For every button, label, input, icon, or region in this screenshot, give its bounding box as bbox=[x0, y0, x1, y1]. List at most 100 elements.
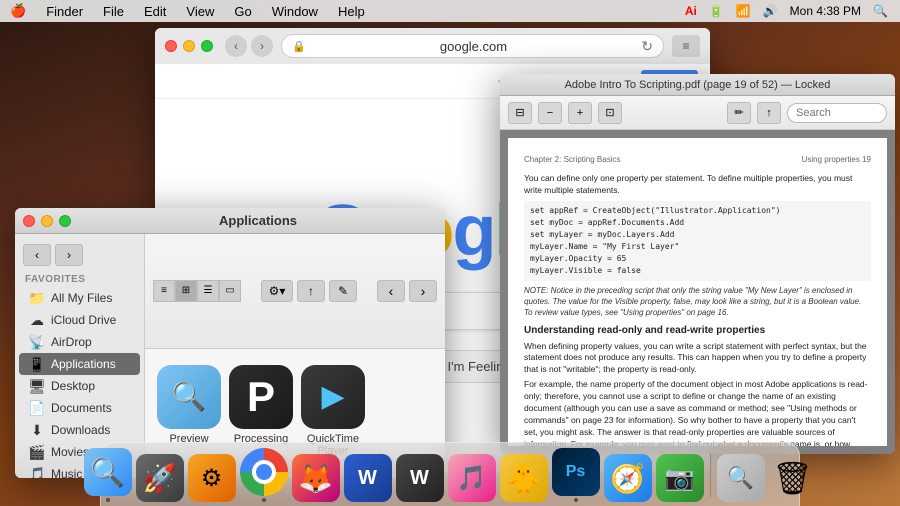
menubar-view[interactable]: View bbox=[176, 0, 224, 22]
list-view-button[interactable]: ≡ bbox=[153, 280, 175, 302]
sidebar-item-airdrop[interactable]: 📡 AirDrop bbox=[19, 331, 140, 353]
dock-launchpad-icon: 🚀 bbox=[136, 454, 184, 502]
pdf-chapter-label: Chapter 2: Scripting Basics bbox=[524, 154, 621, 165]
cover-flow-button[interactable]: ▭ bbox=[219, 280, 241, 302]
sidebar-toggle[interactable]: ⊟ bbox=[508, 102, 532, 124]
dock-item-trash[interactable]: 🗑 bbox=[769, 454, 817, 502]
dock-item-facetime[interactable]: 📷 bbox=[656, 454, 704, 502]
sidebar-item-applications[interactable]: 📱 Applications bbox=[19, 353, 140, 375]
edit-button[interactable]: ✎ bbox=[329, 280, 357, 302]
finder-titlebar: Applications bbox=[15, 208, 445, 234]
pdf-page: Chapter 2: Scripting Basics Using proper… bbox=[508, 138, 887, 446]
dock-photoshop-icon: Ps bbox=[552, 448, 600, 496]
chrome-nav: ‹ › bbox=[225, 35, 273, 57]
sidebar-label-icloud: iCloud Drive bbox=[51, 313, 116, 327]
close-button[interactable] bbox=[165, 40, 177, 52]
dock-chrome-icon bbox=[240, 448, 288, 496]
minimize-button[interactable] bbox=[183, 40, 195, 52]
dock-item-sysprefs[interactable]: ⚙ bbox=[188, 454, 236, 502]
sidebar-item-all-my-files[interactable]: 📁 All My Files bbox=[19, 287, 140, 309]
finder-maximize-button[interactable] bbox=[59, 215, 71, 227]
sidebar-label-desktop: Desktop bbox=[51, 379, 95, 393]
sidebar-item-documents[interactable]: 📄 Documents bbox=[19, 397, 140, 419]
dock-item-finder[interactable]: 🔍 bbox=[84, 448, 132, 502]
sidebar-label-airdrop: AirDrop bbox=[51, 335, 92, 349]
dock-item-safari[interactable]: 🧭 bbox=[604, 454, 652, 502]
quicktime-icon bbox=[301, 365, 365, 429]
finder-close-button[interactable] bbox=[23, 215, 35, 227]
scroll-left[interactable]: ‹ bbox=[377, 280, 405, 302]
finder-window-title: Applications bbox=[79, 213, 437, 228]
sidebar-item-desktop[interactable]: 🖥 Desktop bbox=[19, 375, 140, 397]
sidebar-back[interactable]: ‹ bbox=[23, 244, 51, 266]
maximize-button[interactable] bbox=[201, 40, 213, 52]
url-text[interactable]: google.com bbox=[306, 39, 642, 54]
finder-traffic-lights bbox=[23, 215, 71, 227]
downloads-icon: ⬇ bbox=[29, 422, 45, 438]
arrange-button[interactable]: ⚙▾ bbox=[261, 280, 293, 302]
dock-item-chrome[interactable] bbox=[240, 448, 288, 502]
menubar-finder[interactable]: Finder bbox=[36, 0, 93, 22]
reload-icon[interactable]: ↻ bbox=[641, 38, 653, 55]
pdf-title: Adobe Intro To Scripting.pdf (page 19 of… bbox=[508, 79, 887, 91]
pdf-body1: You can define only one property per sta… bbox=[524, 173, 871, 197]
forward-button[interactable]: › bbox=[251, 35, 273, 57]
dock-item-launchpad[interactable]: 🚀 bbox=[136, 454, 184, 502]
preview-icon bbox=[157, 365, 221, 429]
icon-view-button[interactable]: ⊞ bbox=[175, 280, 197, 302]
chrome-menu[interactable]: ≡ bbox=[672, 35, 700, 57]
dock-word-icon: W bbox=[344, 454, 392, 502]
column-view-button[interactable]: ☰ bbox=[197, 280, 219, 302]
menubar-file[interactable]: File bbox=[93, 0, 134, 22]
dock-separator bbox=[710, 453, 711, 497]
dock-item-duck[interactable]: 🐥 bbox=[500, 454, 548, 502]
sidebar-forward[interactable]: › bbox=[55, 244, 83, 266]
menubar: 🍎 Finder File Edit View Go Window Help A… bbox=[0, 0, 900, 22]
sidebar-item-icloud[interactable]: ☁ iCloud Drive bbox=[19, 309, 140, 331]
menubar-time: Mon 4:38 PM bbox=[786, 4, 865, 18]
pdf-content: Chapter 2: Scripting Basics Using proper… bbox=[500, 130, 895, 454]
fit-page[interactable]: ⊡ bbox=[598, 102, 622, 124]
dock-firefox-icon: 🦊 bbox=[292, 454, 340, 502]
menubar-edit[interactable]: Edit bbox=[134, 0, 176, 22]
pdf-search-input[interactable] bbox=[787, 103, 887, 123]
address-bar[interactable]: 🔒 google.com ↻ bbox=[281, 34, 664, 58]
menubar-left: 🍎 Finder File Edit View Go Window Help bbox=[0, 0, 375, 22]
dock-ps-dot bbox=[574, 498, 578, 502]
pdf-page-header: Chapter 2: Scripting Basics Using proper… bbox=[524, 154, 871, 165]
dock: 🔍 🚀 ⚙ 🦊 W bbox=[0, 438, 900, 506]
back-button[interactable]: ‹ bbox=[225, 35, 247, 57]
zoom-in[interactable]: + bbox=[568, 102, 592, 124]
sidebar-label-downloads: Downloads bbox=[51, 423, 110, 437]
dock-sysprefs-icon: ⚙ bbox=[188, 454, 236, 502]
apple-menu[interactable]: 🍎 bbox=[0, 0, 36, 22]
dock-items: 🔍 🚀 ⚙ 🦊 W bbox=[76, 448, 825, 502]
finder-minimize-button[interactable] bbox=[41, 215, 53, 227]
share-button[interactable]: ↑ bbox=[297, 280, 325, 302]
scroll-right[interactable]: › bbox=[409, 280, 437, 302]
processing-icon bbox=[229, 365, 293, 429]
desktop: 🍎 Finder File Edit View Go Window Help A… bbox=[0, 0, 900, 506]
menubar-help[interactable]: Help bbox=[328, 0, 375, 22]
annotate[interactable]: ✏ bbox=[727, 102, 751, 124]
dock-wordpress-icon: W bbox=[396, 454, 444, 502]
dock-item-photoshop[interactable]: Ps bbox=[552, 448, 600, 502]
dock-itunes-icon: 🎵 bbox=[448, 454, 496, 502]
dock-item-firefox[interactable]: 🦊 bbox=[292, 454, 340, 502]
all-my-files-icon: 📁 bbox=[29, 290, 45, 306]
dock-item-word[interactable]: W bbox=[344, 454, 392, 502]
sidebar-label-applications: Applications bbox=[51, 357, 116, 371]
zoom-out[interactable]: − bbox=[538, 102, 562, 124]
sidebar-label-documents: Documents bbox=[51, 401, 112, 415]
share[interactable]: ↑ bbox=[757, 102, 781, 124]
pdf-code1: set appRef = CreateObject("Illustrator.A… bbox=[524, 201, 871, 281]
menubar-window[interactable]: Window bbox=[262, 0, 328, 22]
dock-safari-icon: 🧭 bbox=[604, 454, 652, 502]
search-icon[interactable]: 🔍 bbox=[869, 4, 892, 18]
dock-item-wordpress[interactable]: W bbox=[396, 454, 444, 502]
dock-item-preview[interactable]: 🔍 bbox=[717, 454, 765, 502]
menubar-right: Ai 🔋 📶 🔊 Mon 4:38 PM 🔍 bbox=[681, 4, 900, 18]
icloud-icon: ☁ bbox=[29, 312, 45, 328]
dock-item-itunes[interactable]: 🎵 bbox=[448, 454, 496, 502]
menubar-go[interactable]: Go bbox=[224, 0, 261, 22]
